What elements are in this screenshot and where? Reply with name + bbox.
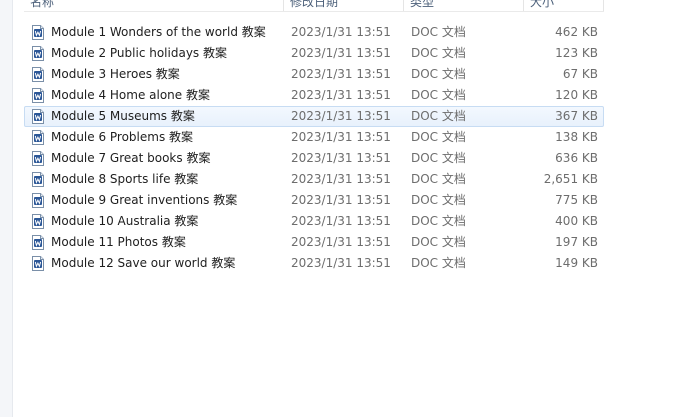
file-row[interactable]: Module 5 Museums 教案 2023/1/31 13:51 DOC …: [24, 106, 604, 127]
file-name: Module 7 Great books 教案: [51, 151, 211, 165]
file-modified-date: 2023/1/31 13:51: [291, 67, 391, 81]
file-size: 775 KB: [555, 193, 598, 207]
file-explorer-window: 名称 修改日期 类型 大小 Module 1 Wonders of the wo…: [0, 0, 700, 417]
file-name: Module 9 Great inventions 教案: [51, 193, 238, 207]
file-type: DOC 文档: [411, 151, 466, 165]
file-size: 462 KB: [555, 25, 598, 39]
file-type: DOC 文档: [411, 193, 466, 207]
file-name: Module 12 Save our world 教案: [51, 256, 236, 270]
file-size: 400 KB: [555, 214, 598, 228]
file-modified-date: 2023/1/31 13:51: [291, 172, 391, 186]
column-header-type[interactable]: 类型: [410, 0, 434, 11]
column-header-name[interactable]: 名称: [30, 0, 54, 11]
word-doc-icon: [30, 214, 46, 229]
file-row[interactable]: Module 12 Save our world 教案 2023/1/31 13…: [24, 253, 604, 274]
file-row[interactable]: Module 4 Home alone 教案 2023/1/31 13:51 D…: [24, 85, 604, 106]
file-size: 2,651 KB: [543, 172, 598, 186]
file-list: Module 1 Wonders of the world 教案 2023/1/…: [24, 22, 604, 274]
file-size: 149 KB: [555, 256, 598, 270]
file-size: 138 KB: [555, 130, 598, 144]
file-size: 636 KB: [555, 151, 598, 165]
file-modified-date: 2023/1/31 13:51: [291, 256, 391, 270]
word-doc-icon: [30, 67, 46, 82]
word-doc-icon: [30, 130, 46, 145]
navigation-pane-edge: [0, 0, 13, 417]
file-row[interactable]: Module 1 Wonders of the world 教案 2023/1/…: [24, 22, 604, 43]
file-name: Module 2 Public holidays 教案: [51, 46, 227, 60]
file-type: DOC 文档: [411, 88, 466, 102]
file-size: 197 KB: [555, 235, 598, 249]
word-doc-icon: [30, 193, 46, 208]
word-doc-icon: [30, 46, 46, 61]
file-row[interactable]: Module 6 Problems 教案 2023/1/31 13:51 DOC…: [24, 127, 604, 148]
file-name: Module 4 Home alone 教案: [51, 88, 210, 102]
file-row[interactable]: Module 7 Great books 教案 2023/1/31 13:51 …: [24, 148, 604, 169]
file-type: DOC 文档: [411, 172, 466, 186]
column-divider[interactable]: [283, 0, 284, 11]
file-name: Module 5 Museums 教案: [51, 109, 195, 123]
file-type: DOC 文档: [411, 256, 466, 270]
column-divider[interactable]: [403, 0, 404, 11]
file-type: DOC 文档: [411, 130, 466, 144]
column-header-date[interactable]: 修改日期: [290, 0, 338, 11]
file-size: 120 KB: [555, 88, 598, 102]
word-doc-icon: [30, 88, 46, 103]
file-type: DOC 文档: [411, 67, 466, 81]
file-size: 367 KB: [555, 109, 598, 123]
file-modified-date: 2023/1/31 13:51: [291, 130, 391, 144]
column-divider[interactable]: [603, 0, 604, 11]
word-doc-icon: [30, 109, 46, 124]
file-size: 123 KB: [555, 46, 598, 60]
file-modified-date: 2023/1/31 13:51: [291, 88, 391, 102]
file-name: Module 3 Heroes 教案: [51, 67, 180, 81]
file-name: Module 8 Sports life 教案: [51, 172, 199, 186]
column-header-size[interactable]: 大小: [530, 0, 554, 11]
file-row[interactable]: Module 8 Sports life 教案 2023/1/31 13:51 …: [24, 169, 604, 190]
file-modified-date: 2023/1/31 13:51: [291, 109, 391, 123]
file-name: Module 1 Wonders of the world 教案: [51, 25, 266, 39]
file-type: DOC 文档: [411, 214, 466, 228]
file-type: DOC 文档: [411, 46, 466, 60]
file-size: 67 KB: [562, 67, 598, 81]
file-row[interactable]: Module 10 Australia 教案 2023/1/31 13:51 D…: [24, 211, 604, 232]
file-name: Module 10 Australia 教案: [51, 214, 199, 228]
word-doc-icon: [30, 151, 46, 166]
word-doc-icon: [30, 172, 46, 187]
column-header-bar: 名称 修改日期 类型 大小: [24, 0, 604, 12]
word-doc-icon: [30, 25, 46, 40]
file-name: Module 11 Photos 教案: [51, 235, 186, 249]
file-row[interactable]: Module 11 Photos 教案 2023/1/31 13:51 DOC …: [24, 232, 604, 253]
file-row[interactable]: Module 3 Heroes 教案 2023/1/31 13:51 DOC 文…: [24, 64, 604, 85]
column-divider[interactable]: [523, 0, 524, 11]
file-modified-date: 2023/1/31 13:51: [291, 25, 391, 39]
file-type: DOC 文档: [411, 25, 466, 39]
word-doc-icon: [30, 256, 46, 271]
file-modified-date: 2023/1/31 13:51: [291, 151, 391, 165]
file-modified-date: 2023/1/31 13:51: [291, 193, 391, 207]
file-modified-date: 2023/1/31 13:51: [291, 214, 391, 228]
file-type: DOC 文档: [411, 109, 466, 123]
word-doc-icon: [30, 235, 46, 250]
file-modified-date: 2023/1/31 13:51: [291, 46, 391, 60]
file-row[interactable]: Module 9 Great inventions 教案 2023/1/31 1…: [24, 190, 604, 211]
file-row[interactable]: Module 2 Public holidays 教案 2023/1/31 13…: [24, 43, 604, 64]
file-type: DOC 文档: [411, 235, 466, 249]
file-modified-date: 2023/1/31 13:51: [291, 235, 391, 249]
file-name: Module 6 Problems 教案: [51, 130, 194, 144]
